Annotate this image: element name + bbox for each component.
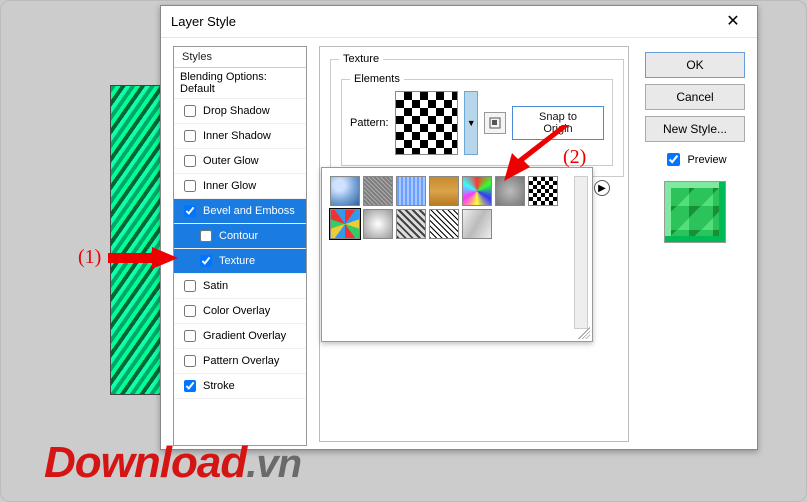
style-preview-thumbnail [664,181,726,243]
new-style-button[interactable]: New Style... [645,116,745,142]
pattern-thumbs-grid [330,176,574,239]
close-icon[interactable]: ✕ [713,8,753,36]
style-item-outer-glow[interactable]: Outer Glow [174,149,306,174]
popup-scrollbar[interactable] [574,176,588,329]
style-item-label: Drop Shadow [203,105,270,117]
popup-flyout-icon[interactable]: ▶ [594,180,610,196]
pattern-thumb[interactable] [396,176,426,206]
style-item-label: Texture [219,255,255,267]
pattern-thumb[interactable] [396,209,426,239]
pattern-thumb[interactable] [330,176,360,206]
style-checkbox[interactable] [184,280,196,292]
preview-label: Preview [687,154,726,166]
style-item-label: Outer Glow [203,155,259,167]
pattern-thumb[interactable] [429,176,459,206]
style-item-contour[interactable]: Contour [174,224,306,249]
style-item-label: Satin [203,280,228,292]
titlebar: Layer Style ✕ [161,6,757,38]
style-checkbox[interactable] [184,305,196,317]
layer-style-dialog: Layer Style ✕ Styles Blending Options: D… [160,5,758,450]
ok-button[interactable]: OK [645,52,745,78]
texture-legend: Texture [339,53,383,65]
elements-legend: Elements [350,73,404,85]
pattern-thumb[interactable] [330,209,360,239]
pattern-thumb[interactable] [363,176,393,206]
dialog-title: Layer Style [171,14,236,29]
style-item-label: Contour [219,230,258,242]
styles-panel: Styles Blending Options: Default Drop Sh… [173,46,307,446]
style-checkbox[interactable] [184,355,196,367]
style-item-gradient-overlay[interactable]: Gradient Overlay [174,324,306,349]
blending-options-row[interactable]: Blending Options: Default [174,68,306,99]
pattern-thumb[interactable] [462,176,492,206]
style-item-label: Color Overlay [203,305,270,317]
pattern-thumb[interactable] [429,209,459,239]
style-checkbox[interactable] [184,380,196,392]
style-item-drop-shadow[interactable]: Drop Shadow [174,99,306,124]
style-item-inner-glow[interactable]: Inner Glow [174,174,306,199]
pattern-thumb[interactable] [462,209,492,239]
pattern-picker-popup: ▶ [321,167,593,342]
style-checkbox[interactable] [184,205,196,217]
preview-checkbox-row[interactable]: Preview [645,150,745,169]
style-item-label: Stroke [203,380,235,392]
style-item-label: Inner Shadow [203,130,271,142]
style-item-bevel-and-emboss[interactable]: Bevel and Emboss [174,199,306,224]
style-checkbox[interactable] [184,130,196,142]
style-item-texture[interactable]: Texture [174,249,306,274]
resize-grip-icon[interactable] [578,327,590,339]
style-checkbox[interactable] [184,155,196,167]
style-checkbox[interactable] [184,105,196,117]
annotation-1-label: (1) [78,246,101,269]
style-item-label: Bevel and Emboss [203,205,295,217]
style-item-label: Inner Glow [203,180,256,192]
style-checkbox[interactable] [184,180,196,192]
dialog-right-column: OK Cancel New Style... Preview [645,52,745,243]
style-item-color-overlay[interactable]: Color Overlay [174,299,306,324]
pattern-swatch[interactable] [395,91,459,155]
preview-checkbox[interactable] [667,153,680,166]
style-checkbox[interactable] [184,330,196,342]
style-checkbox[interactable] [200,230,212,242]
watermark-suffix: .vn [246,442,301,486]
styles-header[interactable]: Styles [174,47,306,68]
pattern-thumb[interactable] [363,209,393,239]
style-item-stroke[interactable]: Stroke [174,374,306,399]
dialog-body: Styles Blending Options: Default Drop Sh… [161,38,757,449]
style-item-satin[interactable]: Satin [174,274,306,299]
watermark: Download.vn [44,438,301,488]
style-item-label: Pattern Overlay [203,355,279,367]
annotation-1-arrow-icon [108,245,178,271]
pattern-label: Pattern: [350,117,389,129]
style-item-inner-shadow[interactable]: Inner Shadow [174,124,306,149]
styles-list: Drop Shadow Inner Shadow Outer Glow Inner G… [174,99,306,399]
cancel-button[interactable]: Cancel [645,84,745,110]
pattern-dropdown-arrow-icon[interactable]: ▼ [464,91,478,155]
style-item-label: Gradient Overlay [203,330,286,342]
annotation-2-arrow-icon [504,125,570,181]
new-preset-icon[interactable] [484,112,506,134]
watermark-main: Download [44,438,246,487]
style-item-pattern-overlay[interactable]: Pattern Overlay [174,349,306,374]
style-checkbox[interactable] [200,255,212,267]
